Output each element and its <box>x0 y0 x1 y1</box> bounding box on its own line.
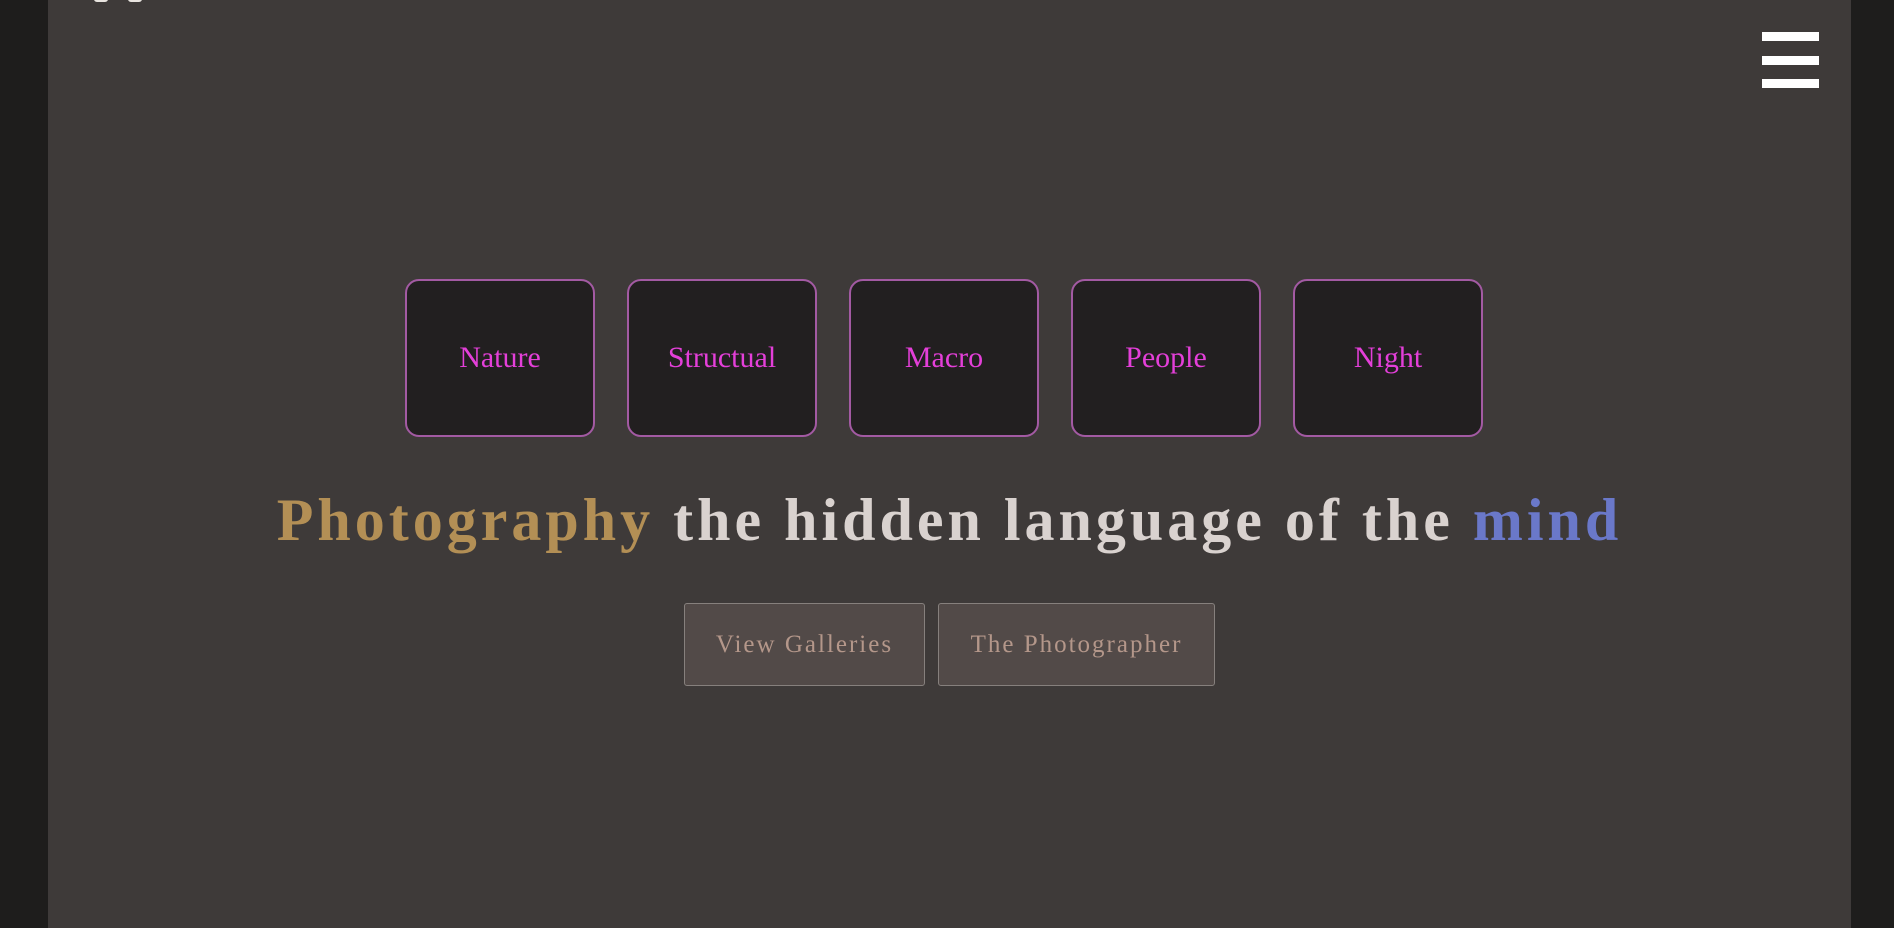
menu-bar <box>1762 32 1819 41</box>
category-macro[interactable]: Macro <box>849 279 1039 437</box>
hamburger-menu-icon[interactable] <box>1762 32 1819 89</box>
headline-word-photography: Photography <box>276 487 655 553</box>
cta-row: View Galleries The Photographer <box>684 603 1215 686</box>
page: Nature Structual Macro People Night Phot… <box>48 0 1851 928</box>
category-structual[interactable]: Structual <box>627 279 817 437</box>
category-label: Nature <box>459 341 541 374</box>
logo-icon[interactable] <box>94 0 160 4</box>
category-label: People <box>1125 341 1207 374</box>
category-label: Night <box>1353 341 1423 374</box>
view-galleries-button[interactable]: View Galleries <box>684 603 925 686</box>
headline-middle: the hidden language of the <box>673 487 1454 553</box>
hero-headline: Photography the hidden language of the m… <box>48 484 1851 556</box>
the-photographer-button[interactable]: The Photographer <box>938 603 1215 686</box>
menu-bar <box>1762 79 1819 88</box>
category-label: Structual <box>667 341 777 374</box>
category-night[interactable]: Night <box>1293 279 1483 437</box>
logo-mark-right <box>128 0 142 2</box>
category-nature[interactable]: Nature <box>405 279 595 437</box>
category-list: Nature Structual Macro People Night <box>405 279 1483 437</box>
headline-word-mind: mind <box>1472 487 1623 553</box>
menu-bar <box>1762 56 1819 65</box>
category-people[interactable]: People <box>1071 279 1261 437</box>
category-label: Macro <box>904 341 984 374</box>
logo-mark-left <box>94 0 108 2</box>
